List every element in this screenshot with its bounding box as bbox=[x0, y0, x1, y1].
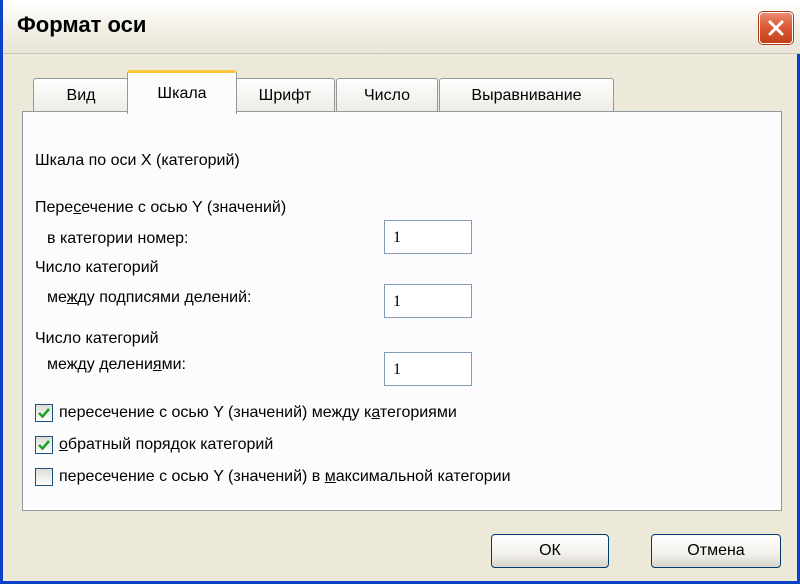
ok-button[interactable]: ОК bbox=[491, 534, 609, 568]
checkbox-reverse-order[interactable]: обратный порядок категорий bbox=[35, 436, 273, 454]
cancel-button[interactable]: Отмена bbox=[651, 534, 781, 568]
tab-shrift[interactable]: Шрифт bbox=[235, 78, 335, 112]
dialog-window: Формат оси Вид Шкала Шрифт Число Выравни… bbox=[0, 0, 800, 584]
tab-vyravnivanie[interactable]: Выравнивание bbox=[439, 78, 614, 112]
crossing-label: Пересечение с осью Y (значений) bbox=[35, 199, 287, 216]
ticks-sublabel: между делениями: bbox=[47, 356, 186, 373]
labels-sublabel: между подписями делений: bbox=[47, 289, 252, 306]
close-button[interactable] bbox=[759, 12, 793, 44]
labels-interval-input[interactable]: 1 bbox=[384, 284, 472, 318]
checkbox-label: обратный порядок категорий bbox=[59, 436, 274, 453]
checkbox-box[interactable] bbox=[35, 468, 53, 486]
tab-shkala[interactable]: Шкала bbox=[127, 70, 237, 114]
checkbox-max-category[interactable]: пересечение с осью Y (значений) в максим… bbox=[35, 468, 511, 486]
checkbox-label: пересечение с осью Y (значений) в максим… bbox=[59, 468, 511, 485]
scale-panel: Шкала по оси X (категорий) Пересечение с… bbox=[22, 111, 782, 511]
close-icon bbox=[768, 20, 784, 36]
checkbox-box[interactable] bbox=[35, 436, 53, 454]
tab-vid[interactable]: Вид bbox=[33, 78, 129, 112]
ticks-interval-input[interactable]: 1 bbox=[384, 352, 472, 386]
ticks-label: Число категорий bbox=[35, 330, 159, 347]
checkbox-between-categories[interactable]: пересечение с осью Y (значений) между ка… bbox=[35, 404, 457, 422]
tab-chislo[interactable]: Число bbox=[336, 78, 438, 112]
labels-label: Число категорий bbox=[35, 259, 159, 276]
checkmark-icon bbox=[38, 408, 50, 419]
checkbox-label: пересечение с осью Y (значений) между ка… bbox=[59, 404, 457, 421]
crossing-sublabel: в категории номер: bbox=[47, 230, 189, 247]
title-bar[interactable]: Формат оси bbox=[3, 0, 800, 54]
checkbox-box[interactable] bbox=[35, 404, 53, 422]
crossing-category-input[interactable]: 1 bbox=[384, 220, 472, 254]
tab-strip: Вид Шкала Шрифт Число Выравнивание bbox=[3, 66, 800, 114]
checkmark-icon bbox=[38, 440, 50, 451]
scale-heading: Шкала по оси X (категорий) bbox=[35, 152, 240, 169]
window-title: Формат оси bbox=[17, 12, 147, 37]
